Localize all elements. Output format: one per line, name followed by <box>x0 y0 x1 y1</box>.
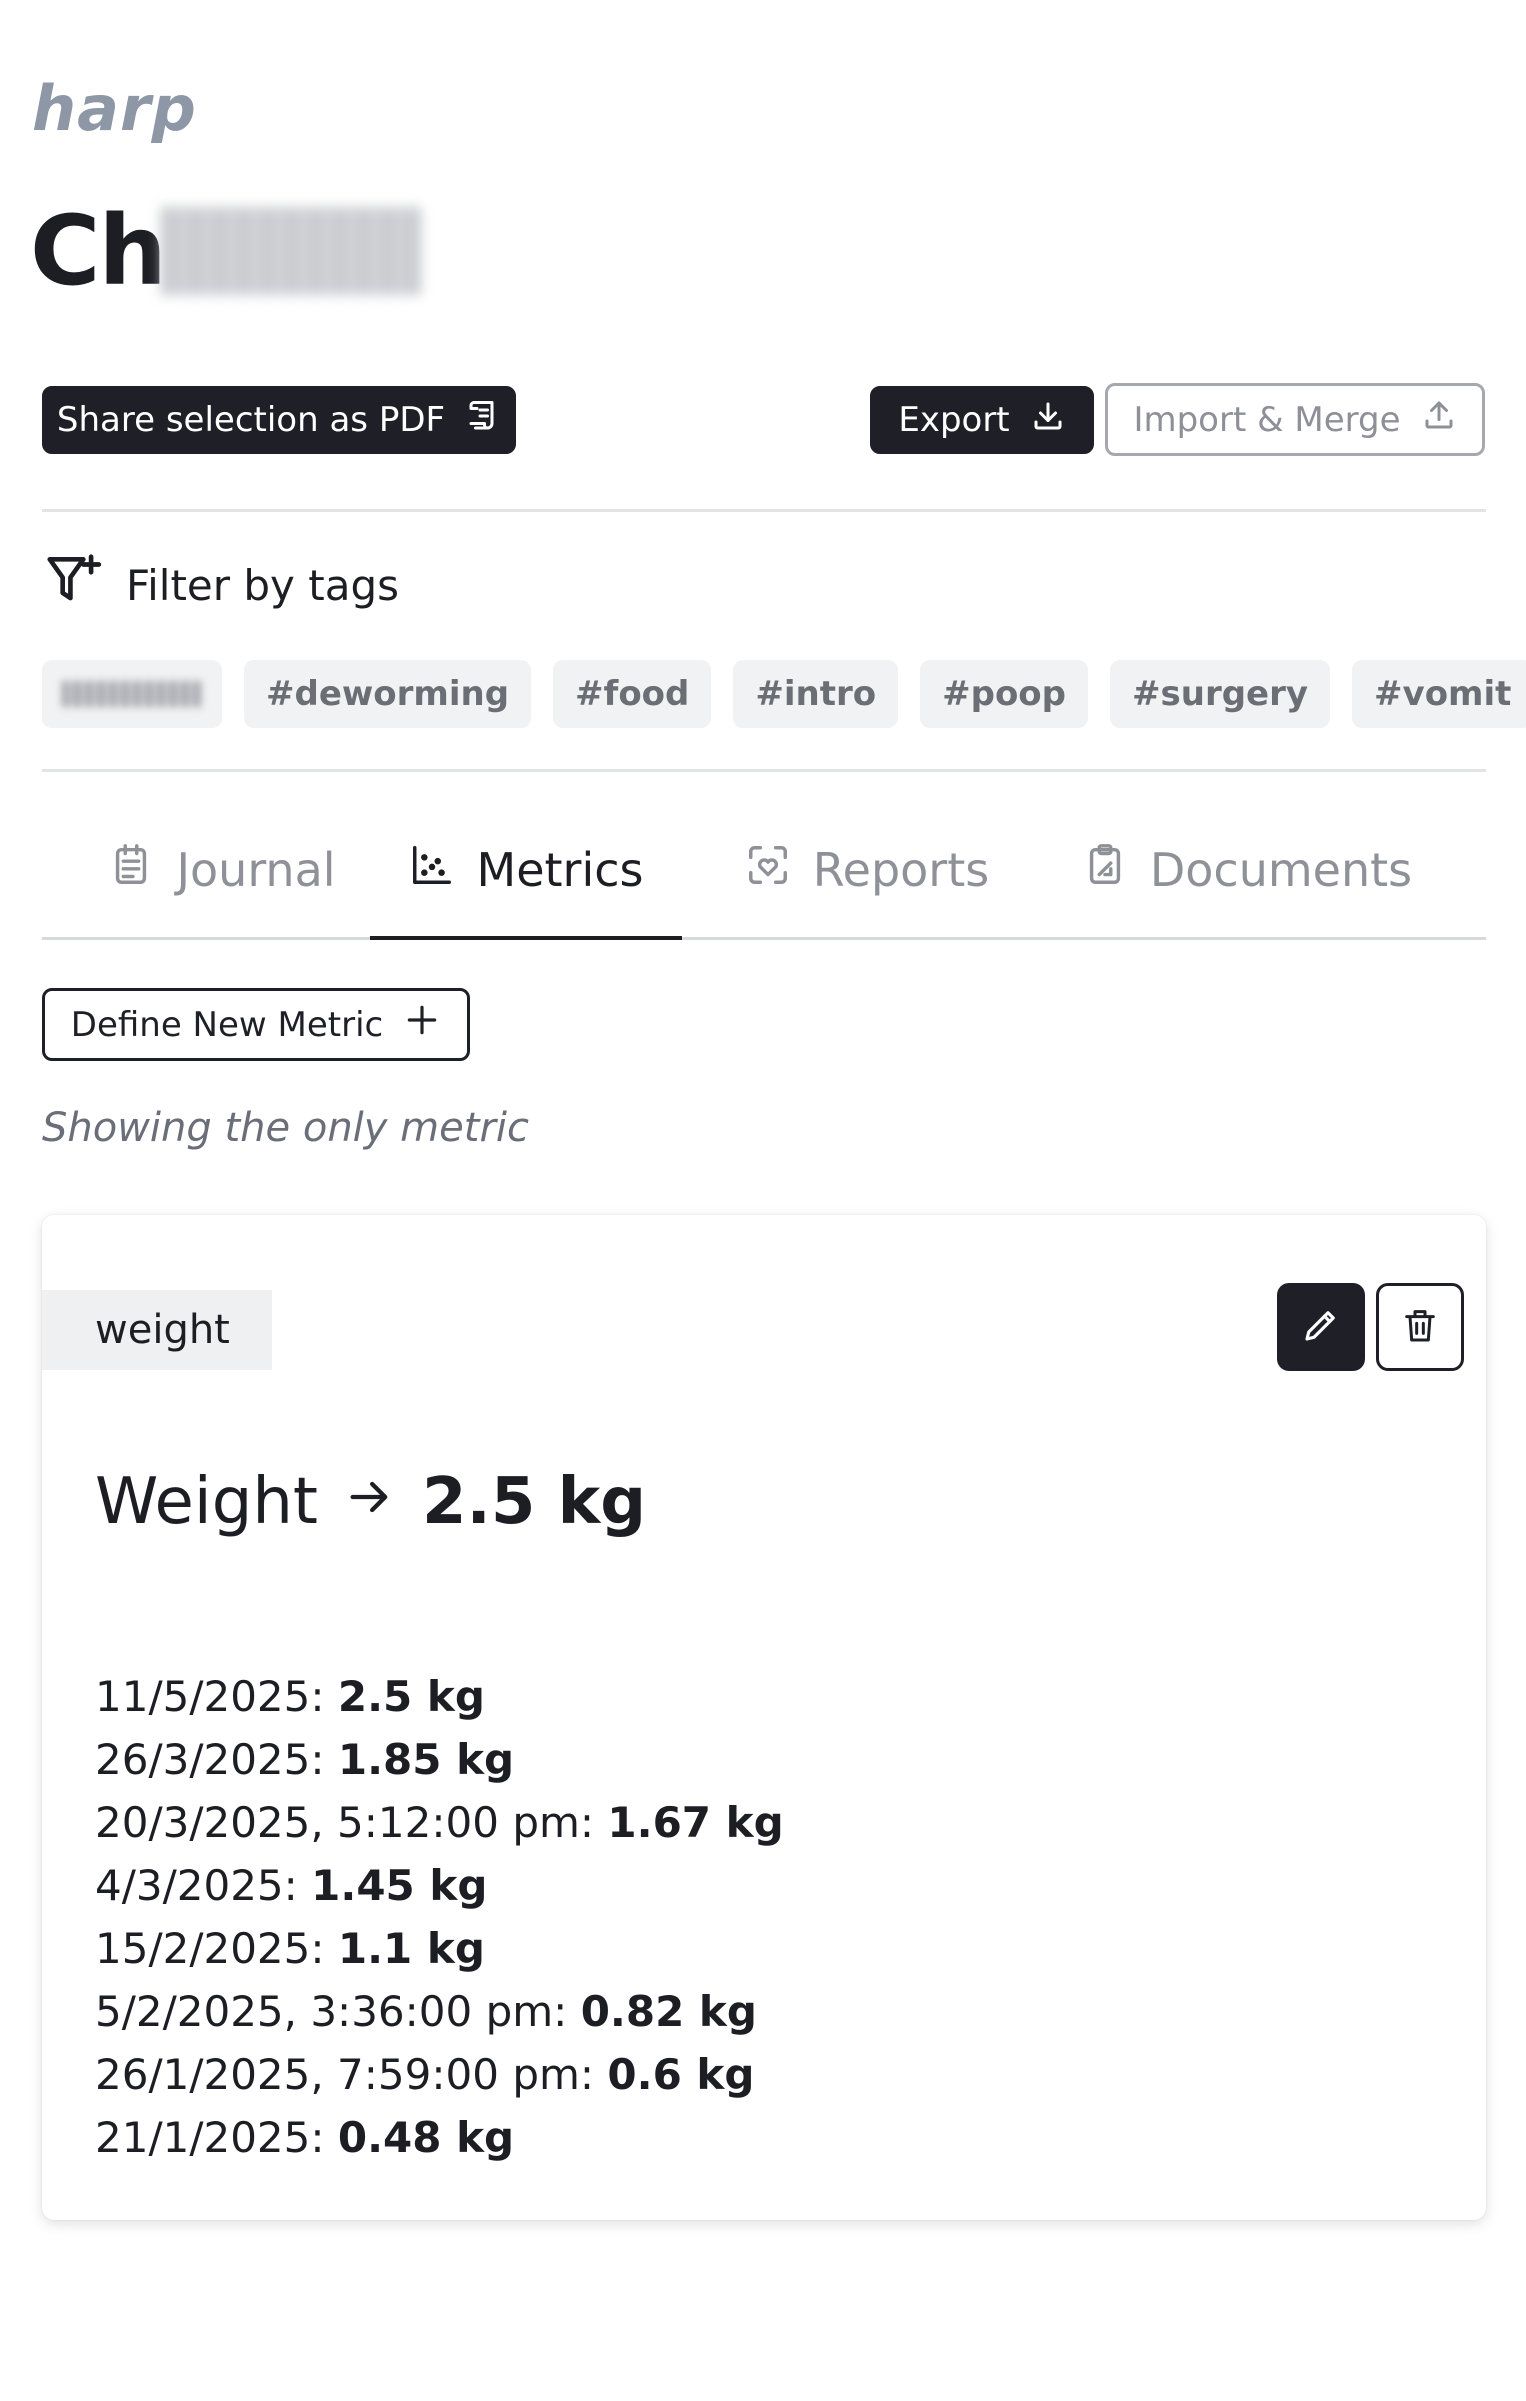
entry-date: 11/5/2025: <box>95 1672 325 1721</box>
entry-value: 0.82 kg <box>580 1987 757 2036</box>
metric-entry: 5/2/2025, 3:36:00 pm: 0.82 kg <box>95 1980 784 2043</box>
tab-documents-label: Documents <box>1149 843 1413 897</box>
metric-card: weight Weight 2.5 kg 11/5/2025: 2.5 kg 2… <box>42 1215 1486 2220</box>
export-button[interactable]: Export <box>870 386 1094 454</box>
entry-value: 1.1 kg <box>337 1924 485 1973</box>
export-label: Export <box>898 400 1010 440</box>
metric-entries-list: 11/5/2025: 2.5 kg 26/3/2025: 1.85 kg 20/… <box>95 1665 784 2169</box>
scatter-chart-icon <box>409 842 455 899</box>
metric-entry: 20/3/2025, 5:12:00 pm: 1.67 kg <box>95 1791 784 1854</box>
filter-title-label: Filter by tags <box>126 560 399 610</box>
calendar-icon <box>108 842 154 899</box>
tab-documents[interactable]: Documents <box>1082 800 1412 940</box>
entry-date: 26/1/2025, 7:59:00 pm: <box>95 2050 595 2099</box>
pencil-icon <box>1300 1304 1342 1350</box>
define-new-metric-button[interactable]: Define New Metric <box>42 988 470 1061</box>
pet-name: Ch <box>30 195 421 307</box>
filter-plus-icon <box>42 549 104 621</box>
redacted-name-blur <box>160 207 421 295</box>
entry-date: 5/2/2025, 3:36:00 pm: <box>95 1987 568 2036</box>
entry-date: 21/1/2025: <box>95 2113 325 2162</box>
entry-value: 0.48 kg <box>337 2113 515 2162</box>
entry-date: 15/2/2025: <box>95 1924 325 1973</box>
divider-top <box>42 509 1486 512</box>
arrow-right-icon <box>344 1465 396 1539</box>
tab-reports[interactable]: Reports <box>732 800 1002 940</box>
tab-reports-label: Reports <box>812 843 990 897</box>
clipboard-icon <box>1082 842 1128 899</box>
metric-entry: 4/3/2025: 1.45 kg <box>95 1854 784 1917</box>
heart-scan-icon <box>745 842 791 899</box>
entry-value: 1.67 kg <box>607 1798 784 1847</box>
tag-chip[interactable]: #poop <box>920 660 1089 728</box>
filter-section-title: Filter by tags <box>42 554 399 615</box>
metric-latest-value: 2.5 kg <box>421 1465 646 1539</box>
section-tabs: Journal Metrics Reports Documents <box>42 800 1486 940</box>
pet-name-text: Ch <box>30 195 167 307</box>
entry-date: 26/3/2025: <box>95 1735 325 1784</box>
trash-icon <box>1400 1305 1440 1349</box>
tag-chip[interactable]: #food <box>553 660 712 728</box>
scroll-document-icon <box>465 398 501 443</box>
plus-icon <box>403 1001 441 1048</box>
entry-date: 4/3/2025: <box>95 1861 298 1910</box>
active-tab-indicator <box>370 936 682 940</box>
metric-entry: 26/1/2025, 7:59:00 pm: 0.6 kg <box>95 2043 784 2106</box>
tab-journal[interactable]: Journal <box>82 800 362 940</box>
share-pdf-label: Share selection as PDF <box>56 400 446 440</box>
metric-entry: 26/3/2025: 1.85 kg <box>95 1728 784 1791</box>
tab-metrics[interactable]: Metrics <box>370 800 682 940</box>
define-new-metric-label: Define New Metric <box>70 1004 384 1045</box>
edit-metric-button[interactable] <box>1277 1283 1365 1371</box>
download-icon <box>1030 398 1066 443</box>
tag-chip[interactable]: #surgery <box>1110 660 1331 728</box>
tag-chip[interactable]: #vomit <box>1352 660 1526 728</box>
metric-entry: 21/1/2025: 0.48 kg <box>95 2106 784 2169</box>
metric-heading: Weight 2.5 kg <box>95 1465 646 1539</box>
tag-chip[interactable]: #deworming <box>244 660 532 728</box>
entry-value: 1.45 kg <box>311 1861 488 1910</box>
import-merge-button[interactable]: Import & Merge <box>1105 383 1485 456</box>
upload-icon <box>1421 397 1457 442</box>
tag-list: #deworming #food #intro #poop #surgery #… <box>42 660 1526 728</box>
metric-key-badge: weight <box>42 1290 272 1370</box>
entry-date: 20/3/2025, 5:12:00 pm: <box>95 1798 595 1847</box>
tab-metrics-label: Metrics <box>476 843 644 897</box>
entry-value: 1.85 kg <box>337 1735 515 1784</box>
import-merge-label: Import & Merge <box>1133 399 1401 440</box>
metric-entry: 11/5/2025: 2.5 kg <box>95 1665 784 1728</box>
entry-value: 0.6 kg <box>607 2050 755 2099</box>
divider-middle <box>42 769 1486 772</box>
share-pdf-button[interactable]: Share selection as PDF <box>42 386 516 454</box>
metrics-count-note: Showing the only metric <box>42 1105 529 1151</box>
metric-entry: 15/2/2025: 1.1 kg <box>95 1917 784 1980</box>
tab-journal-label: Journal <box>176 843 336 897</box>
app-brand: harp <box>32 72 197 145</box>
redacted-tag-blur <box>62 681 202 707</box>
tag-chip-redacted[interactable] <box>42 660 222 728</box>
metric-title: Weight <box>95 1465 318 1539</box>
tag-chip[interactable]: #intro <box>733 660 899 728</box>
delete-metric-button[interactable] <box>1376 1283 1464 1371</box>
entry-value: 2.5 kg <box>337 1672 485 1721</box>
